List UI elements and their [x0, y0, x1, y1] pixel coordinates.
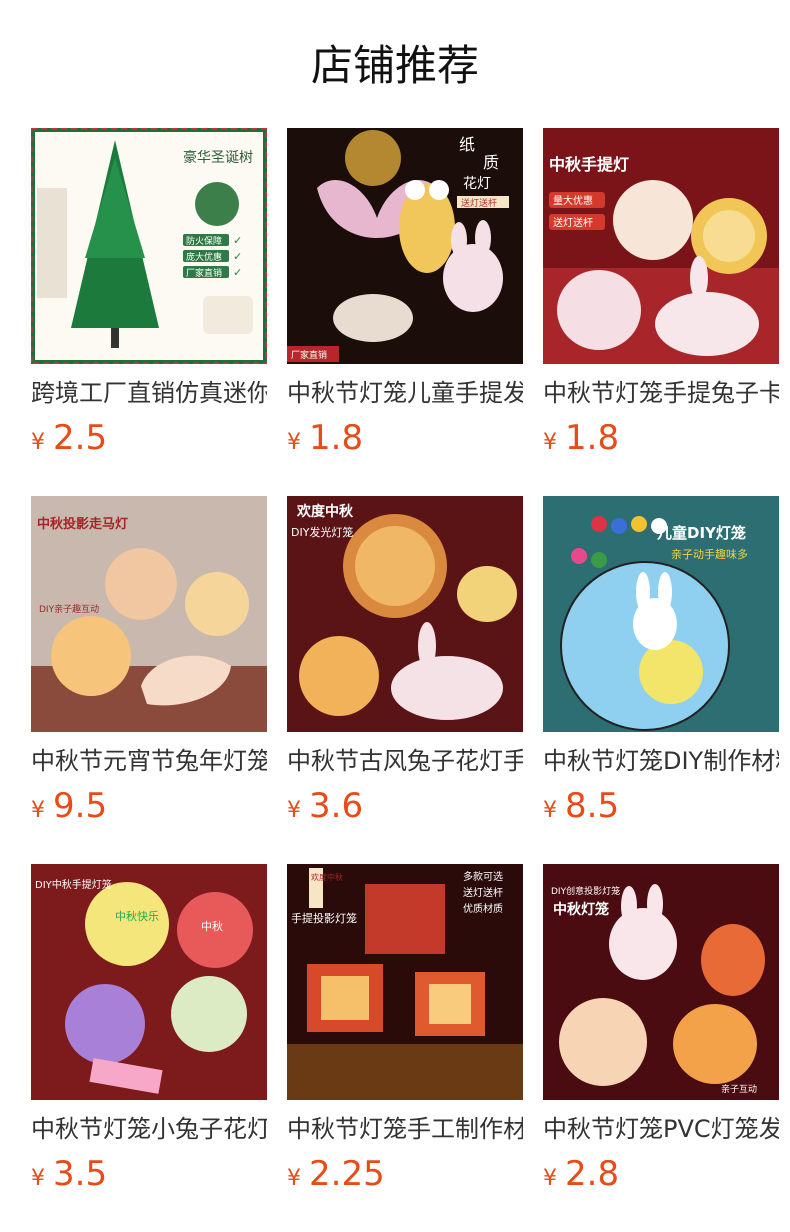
svg-text:送灯送杆: 送灯送杆 — [461, 197, 497, 209]
product-image[interactable]: 中秋手提灯 量大优惠 送灯送杆 — [543, 128, 779, 364]
svg-text:儿童DIY灯笼: 儿童DIY灯笼 — [656, 524, 746, 542]
svg-text:欢度中秋: 欢度中秋 — [311, 872, 343, 882]
product-name[interactable]: 跨境工厂直销仿真迷你圣诞树 — [31, 378, 267, 408]
currency-symbol: ¥ — [543, 430, 557, 455]
svg-text:厂家直销: 厂家直销 — [291, 349, 327, 361]
product-card[interactable]: 中秋投影走马灯 DIY亲子趣互动 中秋节元宵节兔年灯笼手工 ¥9.5 — [31, 496, 267, 830]
product-image[interactable]: DIY中秋手提灯笼 中秋快乐 中秋 — [31, 864, 267, 1100]
currency-symbol: ¥ — [31, 1166, 45, 1191]
svg-text:送灯送杆: 送灯送杆 — [463, 886, 503, 899]
price-value: 3.6 — [309, 786, 364, 826]
svg-text:中秋: 中秋 — [201, 919, 223, 933]
product-card[interactable]: 中秋手提灯 量大优惠 送灯送杆 中秋节灯笼手提兔子卡通 ¥1.8 — [543, 128, 779, 462]
product-image[interactable]: 儿童DIY灯笼 亲子动手趣味多 — [543, 496, 779, 732]
product-name[interactable]: 中秋节灯笼小兔子花灯手提 — [31, 1114, 267, 1144]
svg-text:手提投影灯笼: 手提投影灯笼 — [291, 911, 357, 925]
product-image[interactable]: 豪华圣诞树 防火保障 庞大优惠 厂家直销 ✓ ✓ ✓ — [31, 128, 267, 364]
price-value: 1.8 — [565, 418, 620, 458]
product-price: ¥2.8 — [543, 1156, 779, 1198]
product-price: ¥8.5 — [543, 788, 779, 830]
product-price: ¥3.6 — [287, 788, 523, 830]
price-value: 1.8 — [309, 418, 364, 458]
product-name[interactable]: 中秋节灯笼儿童手提发光 — [287, 378, 523, 408]
svg-text:送灯送杆: 送灯送杆 — [553, 216, 593, 229]
currency-symbol: ¥ — [287, 1166, 301, 1191]
svg-text:亲子动手趣味多: 亲子动手趣味多 — [671, 547, 748, 561]
svg-text:多款可选: 多款可选 — [463, 870, 503, 883]
svg-text:✓: ✓ — [233, 234, 242, 247]
svg-text:中秋快乐: 中秋快乐 — [115, 909, 159, 923]
product-name[interactable]: 中秋节灯笼手工制作材料 — [287, 1114, 523, 1144]
price-value: 9.5 — [53, 786, 108, 826]
price-value: 2.5 — [53, 418, 108, 458]
svg-text:DIY亲子趣互动: DIY亲子趣互动 — [39, 603, 99, 615]
svg-text:庞大优惠: 庞大优惠 — [186, 251, 222, 263]
svg-text:花灯: 花灯 — [463, 176, 491, 192]
currency-symbol: ¥ — [543, 1166, 557, 1191]
product-image[interactable]: 纸 质 花灯 送灯送杆 厂家直销 — [287, 128, 523, 364]
svg-text:厂家直销: 厂家直销 — [186, 267, 222, 279]
product-name[interactable]: 中秋节灯笼手提兔子卡通 — [543, 378, 779, 408]
product-card[interactable]: 欢度中秋 DIY发光灯笼 中秋节古风兔子花灯手提 ¥3.6 — [287, 496, 523, 830]
price-value: 2.25 — [309, 1154, 385, 1194]
product-card[interactable]: DIY创意投影灯笼 中秋灯笼 亲子互动 中秋节灯笼PVC灯笼发光 ¥2.8 — [543, 864, 779, 1198]
product-image[interactable]: 欢度中秋 手提投影灯笼 多款可选 送灯送杆 优质材质 — [287, 864, 523, 1100]
svg-text:欢度中秋: 欢度中秋 — [296, 503, 354, 520]
product-price: ¥2.5 — [31, 420, 267, 462]
section-title: 店铺推荐 — [310, 41, 479, 90]
product-card[interactable]: 儿童DIY灯笼 亲子动手趣味多 中秋节灯笼DIY制作材料包 ¥8.5 — [543, 496, 779, 830]
svg-text:中秋灯笼: 中秋灯笼 — [553, 901, 609, 918]
svg-text:质: 质 — [483, 153, 499, 172]
product-card[interactable]: DIY中秋手提灯笼 中秋快乐 中秋 中秋节灯笼小兔子花灯手提 ¥3.5 — [31, 864, 267, 1198]
currency-symbol: ¥ — [543, 798, 557, 823]
product-price: ¥2.25 — [287, 1156, 523, 1198]
product-name[interactable]: 中秋节元宵节兔年灯笼手工 — [31, 746, 267, 776]
currency-symbol: ¥ — [287, 798, 301, 823]
price-value: 2.8 — [565, 1154, 620, 1194]
product-name[interactable]: 中秋节灯笼PVC灯笼发光 — [543, 1114, 779, 1144]
product-card[interactable]: 豪华圣诞树 防火保障 庞大优惠 厂家直销 ✓ ✓ ✓ 跨境工厂直销仿真迷你圣诞树… — [31, 128, 267, 462]
currency-symbol: ¥ — [31, 430, 45, 455]
svg-text:亲子互动: 亲子互动 — [721, 1083, 757, 1095]
currency-symbol: ¥ — [287, 430, 301, 455]
svg-text:纸: 纸 — [459, 135, 475, 154]
svg-text:DIY中秋手提灯笼: DIY中秋手提灯笼 — [35, 878, 112, 891]
product-image[interactable]: DIY创意投影灯笼 中秋灯笼 亲子互动 — [543, 864, 779, 1100]
product-price: ¥3.5 — [31, 1156, 267, 1198]
svg-text:防火保障: 防火保障 — [186, 235, 222, 247]
svg-text:✓: ✓ — [233, 266, 242, 279]
product-price: ¥9.5 — [31, 788, 267, 830]
svg-text:DIY发光灯笼: DIY发光灯笼 — [291, 525, 353, 539]
svg-text:中秋手提灯: 中秋手提灯 — [549, 155, 629, 174]
svg-text:✓: ✓ — [233, 250, 242, 263]
svg-text:量大优惠: 量大优惠 — [553, 194, 593, 207]
svg-text:DIY创意投影灯笼: DIY创意投影灯笼 — [551, 885, 620, 897]
product-image[interactable]: 中秋投影走马灯 DIY亲子趣互动 — [31, 496, 267, 732]
svg-text:优质材质: 优质材质 — [463, 902, 503, 915]
product-name[interactable]: 中秋节灯笼DIY制作材料包 — [543, 746, 779, 776]
product-card[interactable]: 纸 质 花灯 送灯送杆 厂家直销 中秋节灯笼儿童手提发光 ¥1.8 — [287, 128, 523, 462]
product-image[interactable]: 欢度中秋 DIY发光灯笼 — [287, 496, 523, 732]
product-price: ¥1.8 — [543, 420, 779, 462]
currency-symbol: ¥ — [31, 798, 45, 823]
product-name[interactable]: 中秋节古风兔子花灯手提 — [287, 746, 523, 776]
product-price: ¥1.8 — [287, 420, 523, 462]
price-value: 8.5 — [565, 786, 620, 826]
price-value: 3.5 — [53, 1154, 108, 1194]
image-caption: 豪华圣诞树 — [183, 150, 253, 166]
product-card[interactable]: 欢度中秋 手提投影灯笼 多款可选 送灯送杆 优质材质 中秋节灯笼手工制作材料 ¥… — [287, 864, 523, 1198]
svg-text:中秋投影走马灯: 中秋投影走马灯 — [37, 516, 128, 532]
